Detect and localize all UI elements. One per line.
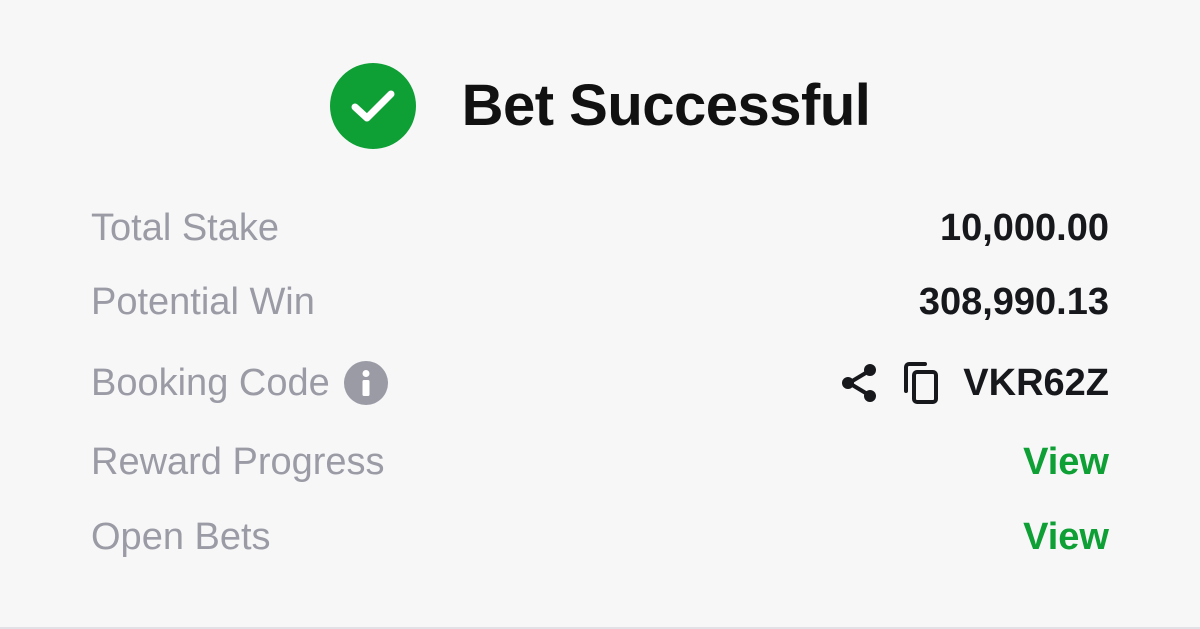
confirmation-title: Bet Successful bbox=[461, 73, 871, 138]
reward-progress-view-link[interactable]: View bbox=[1023, 443, 1109, 481]
bet-confirmation-card: Bet Successful Total Stake 10,000.00 Pot… bbox=[0, 0, 1200, 629]
total-stake-row: Total Stake 10,000.00 bbox=[91, 198, 1109, 258]
reward-progress-row: Reward Progress View bbox=[91, 432, 1109, 492]
check-circle-icon bbox=[329, 63, 416, 149]
confirmation-header: Bet Successful bbox=[0, 62, 1200, 150]
booking-code-value[interactable]: VKR62Z bbox=[963, 364, 1109, 402]
potential-win-value: 308,990.13 bbox=[918, 281, 1109, 323]
booking-code-row: Booking Code VKR62Z bbox=[91, 353, 1109, 413]
open-bets-view-link[interactable]: View bbox=[1023, 518, 1109, 556]
info-icon[interactable] bbox=[343, 361, 388, 405]
copy-icon[interactable] bbox=[901, 361, 941, 405]
booking-code-label-group: Booking Code bbox=[91, 361, 388, 405]
reward-progress-label: Reward Progress bbox=[91, 441, 385, 483]
total-stake-label: Total Stake bbox=[91, 207, 279, 249]
share-icon[interactable] bbox=[839, 362, 879, 404]
potential-win-label: Potential Win bbox=[91, 281, 315, 323]
potential-win-row: Potential Win 308,990.13 bbox=[91, 272, 1109, 332]
booking-code-label: Booking Code bbox=[91, 362, 330, 404]
total-stake-value: 10,000.00 bbox=[939, 207, 1109, 249]
booking-code-actions: VKR62Z bbox=[839, 361, 1109, 405]
open-bets-label: Open Bets bbox=[91, 516, 271, 558]
open-bets-row: Open Bets View bbox=[91, 507, 1109, 567]
